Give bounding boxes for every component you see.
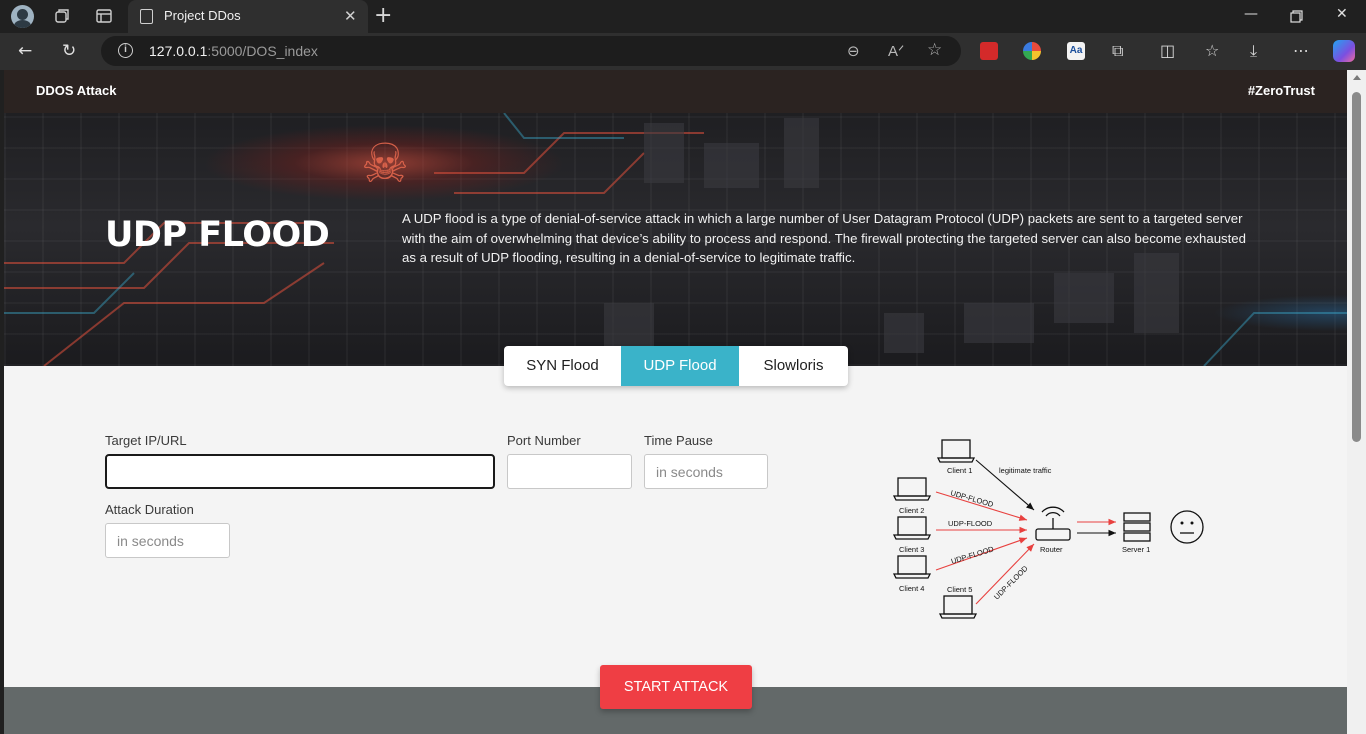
site-info-icon[interactable]: i [118,43,133,58]
tab-syn-flood[interactable]: SYN Flood [504,346,621,386]
page-viewport: DDOS Attack #ZeroTrust ☠ UDP FLOOD A UDP… [4,70,1347,734]
tab-slowloris[interactable]: Slowloris [739,346,848,386]
restore-icon[interactable] [1290,10,1303,23]
workspaces-icon[interactable] [53,7,71,25]
close-tab-icon[interactable]: ✕ [344,7,357,25]
page-icon [140,9,153,24]
port-label: Port Number [507,433,581,448]
udp-flood-diagram: Client 1 Client 2 Client 3 Client 4 Clie… [892,439,1204,619]
browser-tab[interactable]: Project DDos ✕ [128,0,368,33]
browser-titlebar: Project DDos ✕ + — ✕ [0,0,1366,33]
laptop-icon [936,439,976,463]
client-2-label: Client 2 [899,506,924,515]
downloads-icon[interactable]: ⤓ [1250,41,1257,61]
flood-label: UDP-FLOOD [949,488,994,509]
extension-dictionary-icon[interactable]: Aa [1067,42,1085,60]
attack-description: A UDP flood is a type of denial-of-servi… [402,211,1246,266]
tab-udp-flood[interactable]: UDP Flood [621,346,739,386]
skull-icon: ☠ [360,132,410,195]
more-menu-icon[interactable]: ⋯ [1293,41,1309,60]
page-title: UDP FLOOD [105,215,330,255]
profile-avatar[interactable] [11,5,34,28]
browser-toolbar: ← ↻ i 127.0.0.1:5000/DOS_index ⊖ Aᐟ ☆ Aa… [0,33,1366,70]
zerotrust-link[interactable]: #ZeroTrust [1248,83,1315,98]
flood-label: UDP-FLOOD [992,563,1030,601]
minimize-icon[interactable]: — [1244,6,1258,22]
extension-red-icon[interactable] [980,42,998,60]
tab-title: Project DDos [164,8,241,23]
target-label: Target IP/URL [105,433,187,448]
split-screen-icon[interactable]: ◫ [1160,41,1175,60]
legit-traffic-label: legitimate traffic [999,466,1052,475]
extension-color-icon[interactable] [1023,42,1041,60]
client-5-label: Client 5 [947,585,972,594]
server-label: Server 1 [1122,545,1150,554]
duration-label: Attack Duration [105,502,194,517]
url-text[interactable]: 127.0.0.1:5000/DOS_index [149,43,318,59]
zoom-out-icon[interactable]: ⊖ [847,42,860,60]
brand-link[interactable]: DDOS Attack [36,83,116,98]
laptop-icon [892,555,932,579]
extensions-puzzle-icon[interactable]: ⧉ [1112,41,1123,61]
site-navbar: DDOS Attack #ZeroTrust [4,70,1347,113]
back-icon[interactable]: ← [18,41,32,61]
laptop-icon [892,516,932,540]
close-window-icon[interactable]: ✕ [1336,6,1348,22]
flood-label: UDP-FLOOD [950,544,995,566]
client-3-label: Client 3 [899,545,924,554]
time-pause-label: Time Pause [644,433,713,448]
favorite-star-icon[interactable]: ☆ [927,40,942,60]
target-ip-input[interactable] [105,454,495,489]
refresh-icon[interactable]: ↻ [62,41,76,61]
laptop-icon [938,595,978,619]
scroll-up-icon[interactable] [1353,75,1361,80]
read-aloud-icon[interactable]: Aᐟ [888,42,904,60]
client-4-label: Client 4 [899,584,924,593]
laptop-icon [892,477,932,501]
port-number-input[interactable] [507,454,632,489]
address-bar[interactable]: i 127.0.0.1:5000/DOS_index ⊖ Aᐟ ☆ [101,36,961,66]
router-label: Router [1040,545,1063,554]
client-1-label: Client 1 [947,466,972,475]
attack-duration-input[interactable] [105,523,230,558]
flood-label: UDP-FLOOD [948,519,993,528]
favorites-icon[interactable]: ☆ [1205,41,1219,60]
page-scrollbar[interactable] [1347,70,1366,734]
scroll-thumb[interactable] [1352,92,1361,442]
new-tab-icon[interactable]: + [374,3,392,28]
time-pause-input[interactable] [644,454,768,489]
tab-actions-icon[interactable] [95,7,113,25]
attack-type-tabs: SYN Flood UDP Flood Slowloris [504,346,848,386]
copilot-icon[interactable] [1333,40,1355,62]
hero-banner: ☠ UDP FLOOD A UDP flood is a type of den… [4,113,1347,366]
start-attack-button[interactable]: START ATTACK [600,665,752,709]
